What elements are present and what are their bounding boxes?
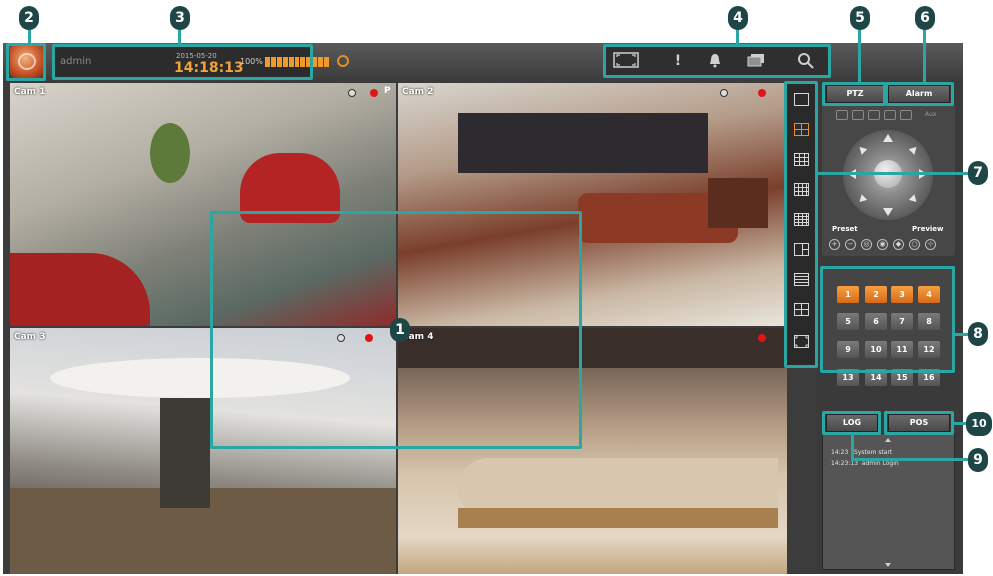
highlight-toolbar [603, 44, 831, 78]
clock-icon [720, 89, 728, 97]
leader-line [851, 433, 854, 460]
callout-7: 7 [968, 161, 988, 185]
camera-label: Cam 2 [402, 87, 434, 97]
leader-line [178, 30, 181, 45]
record-icon [370, 89, 378, 97]
zoom-out-icon[interactable]: − [845, 239, 856, 250]
highlight-layouts [784, 81, 818, 368]
ptz-mode-icon[interactable] [836, 110, 848, 120]
callout-6: 6 [915, 6, 935, 30]
highlight-channels [820, 266, 955, 373]
leader-line [954, 333, 968, 336]
callout-3: 3 [170, 6, 190, 30]
auto-focus-icon[interactable]: ⊹ [925, 239, 936, 250]
focus-near-icon[interactable]: ◎ [861, 239, 872, 250]
aux-label[interactable]: Aux [925, 111, 936, 118]
log-list: 14:23 System start 14:23:13 admin Login [822, 433, 955, 570]
preset-label: Preset [832, 225, 858, 233]
callout-8: 8 [968, 322, 988, 346]
log-entry: 14:23 System start [831, 449, 893, 456]
record-icon [758, 89, 766, 97]
highlight-logo [6, 43, 46, 81]
ptz-flag: P [384, 86, 391, 96]
preview-label: Preview [912, 225, 944, 233]
arrow-down-icon[interactable] [883, 208, 893, 216]
highlight-pos [884, 411, 954, 435]
callout-4: 4 [728, 6, 748, 30]
highlight-ptz [822, 82, 886, 106]
highlight-status [52, 44, 313, 80]
arrow-up-icon[interactable] [883, 134, 893, 142]
ptz-mode-icon[interactable] [868, 110, 880, 120]
zoom-in-icon[interactable]: + [829, 239, 840, 250]
camera-label: Cam 1 [14, 87, 46, 97]
leader-line [816, 172, 968, 175]
leader-line [858, 30, 861, 83]
callout-2: 2 [19, 6, 39, 30]
ptz-mode-icon[interactable] [884, 110, 896, 120]
leader-line [851, 458, 968, 461]
iris-close-icon[interactable]: ○ [909, 239, 920, 250]
highlight-alarm [885, 82, 954, 106]
camera-label: Cam 3 [14, 332, 46, 342]
clock-icon[interactable] [337, 55, 349, 67]
highlight-log [822, 411, 881, 435]
record-icon [758, 334, 766, 342]
callout-5: 5 [850, 6, 870, 30]
iris-open-icon[interactable]: ◆ [893, 239, 904, 250]
dvr-live-view: admin 2015-05-20 14:18:13 100% ! Cam 1 P… [0, 0, 993, 576]
focus-far-icon[interactable]: ◉ [877, 239, 888, 250]
scroll-down-icon[interactable] [885, 563, 891, 567]
clock-icon [348, 89, 356, 97]
callout-1: 1 [390, 318, 410, 342]
ptz-mode-icon[interactable] [900, 110, 912, 120]
ptz-mode-icon[interactable] [852, 110, 864, 120]
callout-9: 9 [968, 448, 988, 472]
log-entry: 14:23:13 admin Login [831, 460, 899, 467]
leader-line [923, 30, 926, 83]
leader-line [28, 30, 31, 44]
leader-line [736, 30, 739, 45]
scroll-up-icon[interactable] [885, 438, 891, 442]
callout-10: 10 [966, 412, 992, 436]
